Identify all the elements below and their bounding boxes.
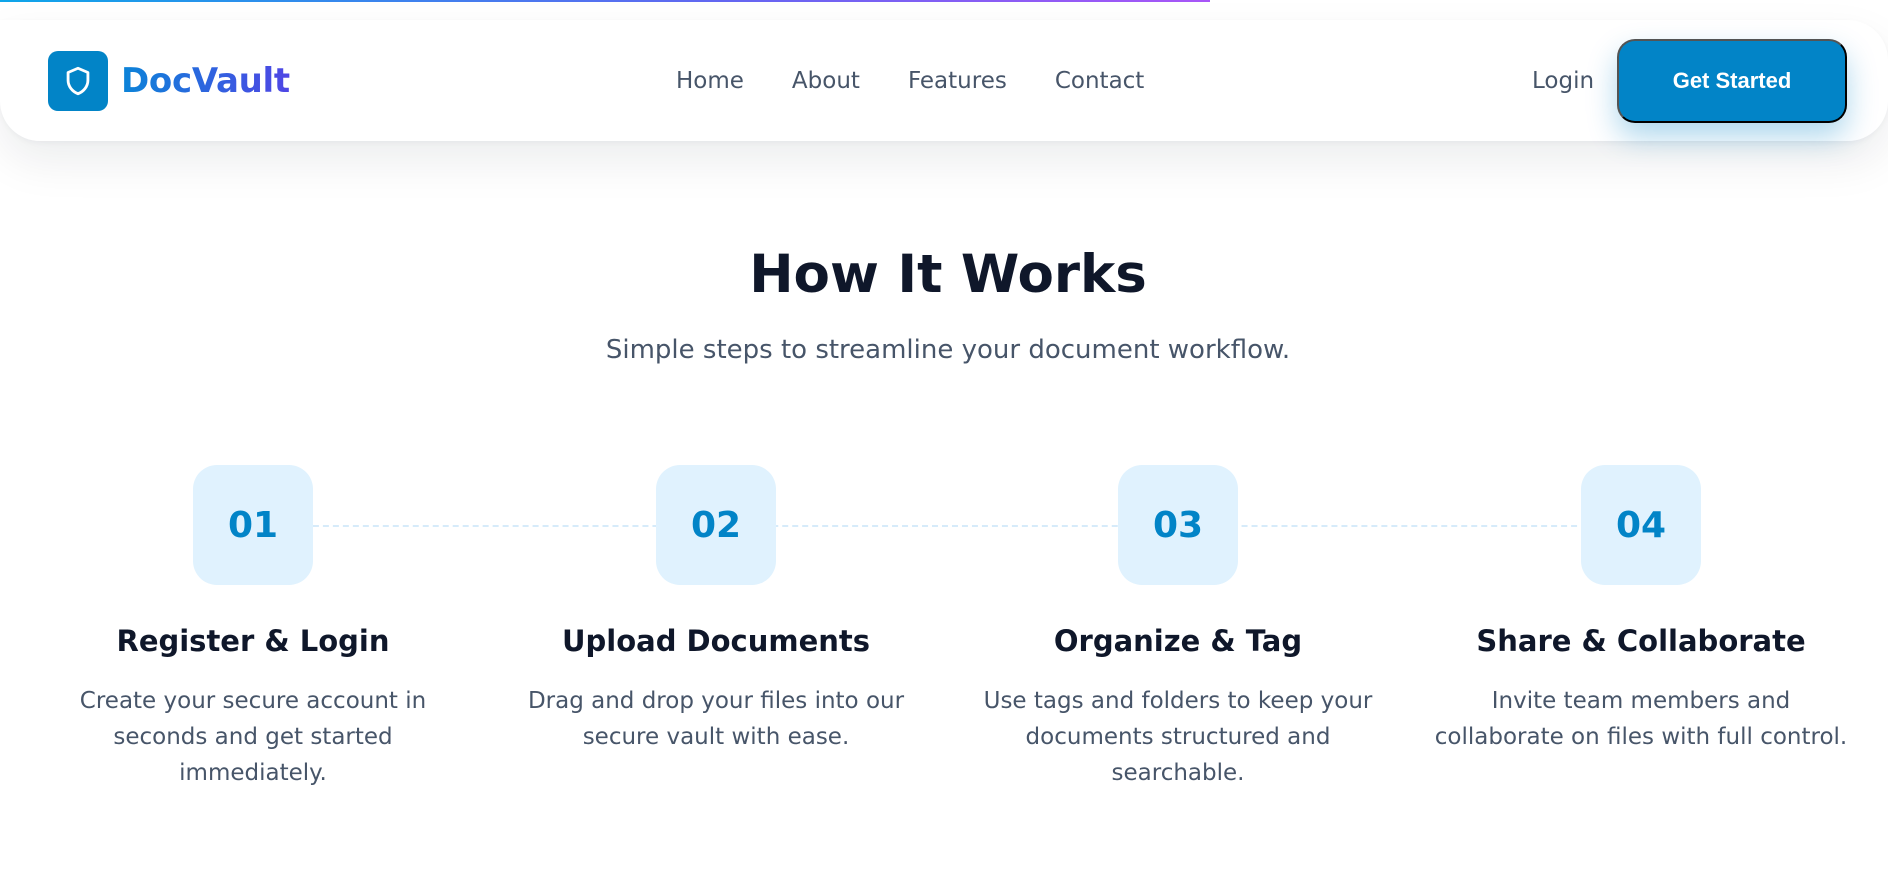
get-started-button[interactable]: Get Started bbox=[1617, 39, 1847, 123]
brand-logo[interactable]: DocVault bbox=[48, 51, 290, 111]
step-description: Drag and drop your files into our secure… bbox=[527, 688, 905, 750]
nav-link-contact[interactable]: Contact bbox=[1055, 66, 1144, 96]
brand-name: DocVault bbox=[121, 61, 290, 101]
step-description: Create your secure account in seconds an… bbox=[79, 688, 427, 786]
step-title: Upload Documents bbox=[561, 624, 871, 658]
step-description: Use tags and folders to keep your docume… bbox=[983, 688, 1373, 786]
step-title: Register & Login bbox=[116, 624, 390, 658]
nav-links: Home About Features Contact bbox=[676, 66, 1144, 96]
top-progress-bar bbox=[0, 0, 1210, 2]
step-card-3: 03 Organize & Tag Use tags and folders t… bbox=[948, 465, 1408, 791]
nav-link-about[interactable]: About bbox=[792, 66, 860, 96]
step-card-4: 04 Share & Collaborate Invite team membe… bbox=[1411, 465, 1871, 755]
step-number-badge: 04 bbox=[1581, 465, 1701, 585]
step-card-1: 01 Register & Login Create your secure a… bbox=[23, 465, 483, 791]
section-subtitle: Simple steps to streamline your document… bbox=[605, 335, 1291, 365]
step-description: Invite team members and collaborate on f… bbox=[1434, 688, 1848, 750]
nav-link-features[interactable]: Features bbox=[908, 66, 1007, 96]
step-number-badge: 03 bbox=[1118, 465, 1238, 585]
nav-link-home[interactable]: Home bbox=[676, 66, 744, 96]
navbar: DocVault Home About Features Contact Log… bbox=[0, 20, 1888, 141]
step-title: Organize & Tag bbox=[1053, 624, 1303, 658]
step-number-badge: 01 bbox=[193, 465, 313, 585]
section-title: How It Works bbox=[749, 244, 1147, 305]
step-card-2: 02 Upload Documents Drag and drop your f… bbox=[486, 465, 946, 755]
step-number-badge: 02 bbox=[656, 465, 776, 585]
shield-icon bbox=[48, 51, 108, 111]
step-title: Share & Collaborate bbox=[1476, 624, 1806, 658]
login-link[interactable]: Login bbox=[1532, 66, 1594, 96]
